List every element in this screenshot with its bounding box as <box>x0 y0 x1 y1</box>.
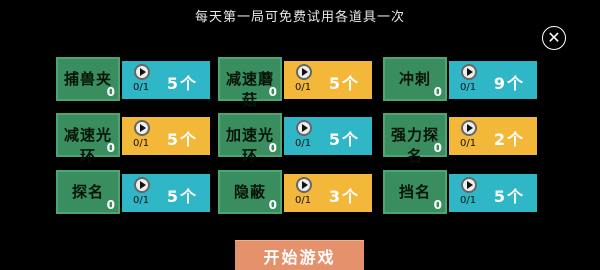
free-trial-card[interactable]: 0/1 5个 <box>122 174 210 212</box>
play-icon <box>296 177 312 193</box>
item-owned-count: 0 <box>433 198 442 212</box>
item-tile[interactable]: 减速光环 0 <box>56 113 120 165</box>
reward-count: 5个 <box>328 74 360 93</box>
item-tile[interactable]: 隐蔽 0 <box>218 170 282 214</box>
play-icon <box>461 64 477 80</box>
reward-count: 2个 <box>493 130 525 149</box>
free-trial-card[interactable]: 0/1 5个 <box>122 61 210 99</box>
free-trial-notice: 每天第一局可免费试用各道具一次 <box>194 10 405 25</box>
reward-count: 5个 <box>166 130 198 149</box>
play-icon <box>461 120 477 136</box>
free-trial-card[interactable]: 0/1 5个 <box>284 117 372 155</box>
free-trial-card[interactable]: 0/1 2个 <box>449 117 537 155</box>
play-icon <box>134 64 150 80</box>
trial-usage: 0/1 <box>133 82 150 93</box>
trial-usage: 0/1 <box>460 195 477 206</box>
reward-count: 5个 <box>493 187 525 206</box>
item-owned-count: 0 <box>268 85 277 99</box>
reward-count: 5个 <box>166 74 198 93</box>
close-button[interactable]: ✕ <box>542 26 566 50</box>
item-slot-block: 挡名 0 0/1 5个 <box>383 170 566 216</box>
item-tile[interactable]: 减速蘑菇 0 <box>218 57 282 109</box>
trial-usage: 0/1 <box>133 195 150 206</box>
item-selection-screen: 每天第一局可免费试用各道具一次 ✕ 捕兽夹 0 0/1 5个 减速蘑菇 0 0/… <box>0 0 600 270</box>
close-icon: ✕ <box>547 28 561 47</box>
free-trial-card[interactable]: 0/1 3个 <box>284 174 372 212</box>
play-icon <box>296 64 312 80</box>
trial-usage: 0/1 <box>295 82 312 93</box>
start-game-button[interactable]: 开始游戏 <box>235 240 364 270</box>
play-icon <box>134 177 150 193</box>
trial-usage: 0/1 <box>295 138 312 149</box>
reward-count: 9个 <box>493 74 525 93</box>
item-owned-count: 0 <box>268 198 277 212</box>
item-owned-count: 0 <box>268 141 277 155</box>
trial-usage: 0/1 <box>295 195 312 206</box>
item-owned-count: 0 <box>106 141 115 155</box>
trial-usage: 0/1 <box>460 138 477 149</box>
item-slot-trap: 捕兽夹 0 0/1 5个 <box>56 57 239 103</box>
item-slot-strong-detect: 强力探名 0 0/1 2个 <box>383 113 566 165</box>
item-tile[interactable]: 挡名 0 <box>383 170 447 214</box>
item-slot-stealth: 隐蔽 0 0/1 3个 <box>218 170 401 216</box>
trial-usage: 0/1 <box>460 82 477 93</box>
free-trial-card[interactable]: 0/1 5个 <box>122 117 210 155</box>
item-owned-count: 0 <box>106 85 115 99</box>
item-slot-slow-mushroom: 减速蘑菇 0 0/1 5个 <box>218 57 401 109</box>
trial-usage: 0/1 <box>133 138 150 149</box>
reward-count: 3个 <box>328 187 360 206</box>
item-slot-sprint: 冲刺 0 0/1 9个 <box>383 57 566 103</box>
reward-count: 5个 <box>166 187 198 206</box>
item-tile[interactable]: 加速光环 0 <box>218 113 282 165</box>
free-trial-card[interactable]: 0/1 9个 <box>449 61 537 99</box>
item-tile[interactable]: 探名 0 <box>56 170 120 214</box>
reward-count: 5个 <box>328 130 360 149</box>
play-icon <box>134 120 150 136</box>
free-trial-card[interactable]: 0/1 5个 <box>284 61 372 99</box>
play-icon <box>296 120 312 136</box>
item-slot-speed-aura: 加速光环 0 0/1 5个 <box>218 113 401 165</box>
item-slot-slow-aura: 减速光环 0 0/1 5个 <box>56 113 239 165</box>
play-icon <box>461 177 477 193</box>
item-owned-count: 0 <box>433 85 442 99</box>
item-slot-detect: 探名 0 0/1 5个 <box>56 170 239 216</box>
free-trial-card[interactable]: 0/1 5个 <box>449 174 537 212</box>
item-tile[interactable]: 冲刺 0 <box>383 57 447 101</box>
item-owned-count: 0 <box>106 198 115 212</box>
item-owned-count: 0 <box>433 141 442 155</box>
item-tile[interactable]: 捕兽夹 0 <box>56 57 120 101</box>
item-tile[interactable]: 强力探名 0 <box>383 113 447 165</box>
